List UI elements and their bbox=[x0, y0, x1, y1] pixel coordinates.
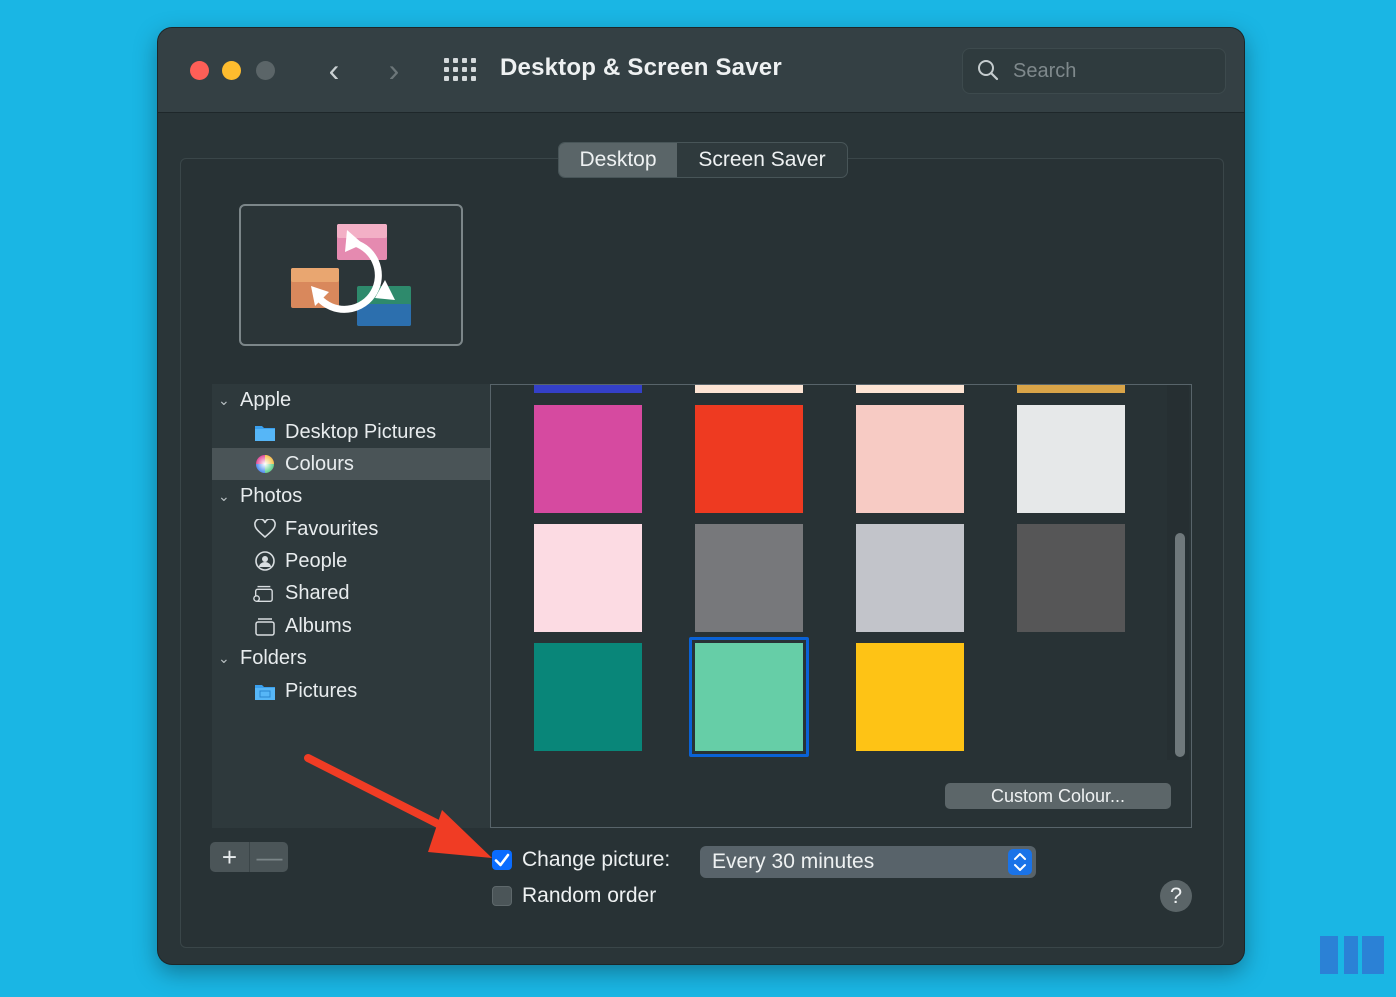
sidebar-item-label: Pictures bbox=[285, 680, 358, 702]
random-order-label: Random order bbox=[522, 884, 657, 907]
random-order-checkbox[interactable] bbox=[492, 886, 512, 906]
tab-screen-saver[interactable]: Screen Saver bbox=[677, 143, 847, 177]
site-watermark-logo bbox=[1316, 934, 1388, 988]
sidebar-item-people[interactable]: People bbox=[212, 545, 490, 577]
colour-swatch[interactable] bbox=[1017, 405, 1125, 513]
search-field[interactable]: Search bbox=[962, 48, 1226, 94]
zoom-button[interactable] bbox=[256, 61, 275, 80]
sidebar-item-colours[interactable]: Colours bbox=[212, 448, 490, 480]
forward-button[interactable]: › bbox=[376, 50, 412, 90]
sidebar-item-pictures[interactable]: Pictures bbox=[212, 675, 490, 707]
sidebar-item-label: Favourites bbox=[285, 518, 379, 540]
chevron-down-icon[interactable]: ⌄ bbox=[218, 480, 230, 512]
sidebar-group-apple[interactable]: ⌄ Apple bbox=[212, 384, 490, 416]
close-button[interactable] bbox=[190, 61, 209, 80]
sidebar-item-label: Shared bbox=[285, 582, 350, 604]
chevron-down-icon[interactable]: ⌄ bbox=[218, 642, 230, 674]
rotating-pictures-icon bbox=[291, 224, 411, 326]
search-icon bbox=[978, 60, 999, 81]
colour-swatch[interactable] bbox=[856, 643, 964, 751]
annotation-arrow bbox=[304, 754, 492, 858]
custom-colour-button[interactable]: Custom Colour... bbox=[945, 783, 1171, 809]
colour-swatch[interactable] bbox=[534, 524, 642, 632]
sidebar-group-folders[interactable]: ⌄ Folders bbox=[212, 642, 490, 674]
colour-swatch[interactable] bbox=[1017, 524, 1125, 632]
interval-value: Every 30 minutes bbox=[712, 850, 875, 873]
colour-swatch[interactable] bbox=[695, 405, 803, 513]
colour-swatch[interactable] bbox=[856, 524, 964, 632]
minimize-button[interactable] bbox=[222, 61, 241, 80]
change-picture-label: Change picture: bbox=[522, 848, 671, 871]
window-title: Desktop & Screen Saver bbox=[500, 54, 782, 81]
colour-swatch-partial[interactable] bbox=[695, 385, 803, 393]
sidebar-item-albums[interactable]: Albums bbox=[212, 610, 490, 642]
color-wheel-icon bbox=[256, 455, 274, 473]
tab-desktop[interactable]: Desktop bbox=[559, 143, 677, 177]
sidebar-item-label: People bbox=[285, 550, 348, 572]
tab-switcher: Desktop Screen Saver bbox=[558, 142, 848, 178]
colour-swatch-partial[interactable] bbox=[534, 385, 642, 393]
colour-swatch-partial[interactable] bbox=[1017, 385, 1125, 393]
title-bar: ‹ › Desktop & Screen Saver Search bbox=[158, 28, 1244, 113]
pictures-folder-icon bbox=[255, 685, 275, 700]
chevron-right-icon: › bbox=[388, 52, 400, 88]
remove-folder-button[interactable]: — bbox=[249, 842, 289, 872]
sidebar-item-label: Colours bbox=[285, 453, 354, 475]
person-circle-icon bbox=[255, 551, 275, 571]
sidebar-item-favourites[interactable]: Favourites bbox=[212, 513, 490, 545]
vertical-scrollbar[interactable] bbox=[1167, 385, 1189, 760]
colour-swatch-selected[interactable] bbox=[695, 643, 803, 751]
show-all-grid-icon[interactable] bbox=[444, 58, 476, 82]
change-interval-select[interactable]: Every 30 minutes bbox=[700, 846, 1036, 878]
colour-swatch[interactable] bbox=[534, 405, 642, 513]
sidebar-item-shared[interactable]: Shared bbox=[212, 577, 490, 609]
folder-icon bbox=[255, 426, 275, 441]
chevron-down-icon[interactable]: ⌄ bbox=[218, 384, 230, 416]
colour-swatch[interactable] bbox=[856, 405, 964, 513]
search-placeholder: Search bbox=[1013, 60, 1077, 82]
gadgets-to-use-logo-icon bbox=[1320, 936, 1384, 974]
sidebar-group-photos[interactable]: ⌄ Photos bbox=[212, 480, 490, 512]
add-folder-button[interactable]: + bbox=[210, 842, 249, 872]
chevron-left-icon: ‹ bbox=[328, 52, 340, 88]
sidebar-item-label: Desktop Pictures bbox=[285, 421, 437, 443]
albums-icon bbox=[255, 618, 275, 636]
add-remove-control: + — bbox=[210, 842, 288, 872]
select-stepper-icon bbox=[1008, 849, 1032, 875]
colour-swatch[interactable] bbox=[534, 643, 642, 751]
colour-grid: Custom Colour... bbox=[490, 384, 1192, 828]
sidebar-group-label: Photos bbox=[240, 485, 303, 507]
help-button[interactable]: ? bbox=[1160, 880, 1192, 912]
scroll-thumb[interactable] bbox=[1175, 533, 1185, 757]
sidebar-item-label: Albums bbox=[285, 615, 352, 637]
desktop-preview bbox=[239, 204, 463, 346]
colour-swatch[interactable] bbox=[695, 524, 803, 632]
heart-icon bbox=[254, 519, 276, 539]
colour-swatch-partial[interactable] bbox=[856, 385, 964, 393]
sidebar-group-label: Apple bbox=[240, 389, 292, 411]
back-button[interactable]: ‹ bbox=[316, 50, 352, 90]
sidebar-item-desktop-pictures[interactable]: Desktop Pictures bbox=[212, 416, 490, 448]
shared-album-icon bbox=[253, 585, 273, 602]
sidebar-group-label: Folders bbox=[240, 647, 307, 669]
